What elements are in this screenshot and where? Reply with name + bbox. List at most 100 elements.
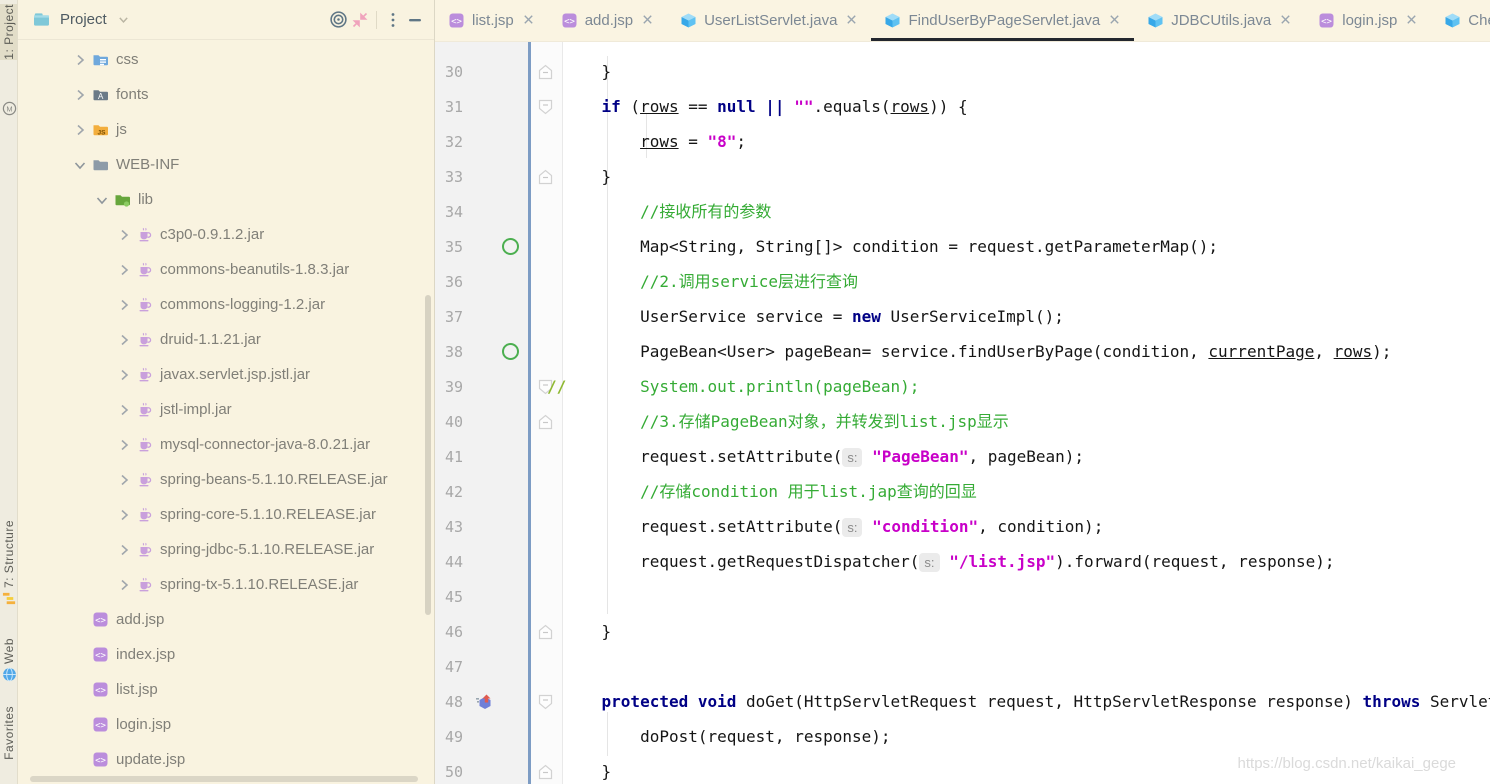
tab-login-jsp[interactable]: <> login.jsp	[1305, 0, 1431, 41]
fold-region-end-icon[interactable]	[528, 624, 563, 640]
tree-item-commons-logging-1-2-jar[interactable]: commons-logging-1.2.jar	[18, 287, 434, 322]
tab-add-jsp[interactable]: <> add.jsp	[548, 0, 667, 41]
chevron-right-icon[interactable]	[72, 87, 88, 103]
code-line-text[interactable]: System.out.println(pageBean);	[563, 369, 919, 404]
tree-item-javax-servlet-jsp-jstl-jar[interactable]: javax.servlet.jsp.jstl.jar	[18, 357, 434, 392]
code-line-text[interactable]: rows = "8";	[563, 124, 746, 159]
tree-horizontal-scrollbar[interactable]	[30, 776, 418, 782]
collapse-all-icon[interactable]	[349, 9, 371, 31]
tree-item-login-jsp[interactable]: <> login.jsp	[18, 707, 434, 742]
tab-check[interactable]: Check	[1431, 0, 1490, 41]
tree-item-list-jsp[interactable]: <> list.jsp	[18, 672, 434, 707]
code-line-text[interactable]: //3.存储PageBean对象，并转发到list.jsp显示	[563, 404, 1009, 439]
fold-region-end-icon[interactable]	[528, 764, 563, 780]
chevron-down-icon[interactable]	[72, 157, 88, 173]
chevron-right-icon[interactable]	[116, 227, 132, 243]
more-options-icon[interactable]	[382, 9, 404, 31]
code-line-text[interactable]: doPost(request, response);	[563, 719, 890, 754]
close-icon[interactable]	[1279, 13, 1292, 29]
close-icon[interactable]	[845, 13, 858, 29]
tree-item-label: login.jsp	[116, 716, 172, 733]
tree-item-update-jsp[interactable]: <> update.jsp	[18, 742, 434, 777]
chevron-right-icon[interactable]	[116, 507, 132, 523]
code-line-text[interactable]: request.setAttribute(s: "PageBean", page…	[563, 439, 1084, 474]
code-line-text[interactable]: //存储condition 用于list.jap查询的回显	[563, 474, 977, 509]
tree-item-index-jsp[interactable]: <> index.jsp	[18, 637, 434, 672]
tree-vertical-scrollbar[interactable]	[425, 295, 431, 615]
code-line-text[interactable]: request.setAttribute(s: "condition", con…	[563, 509, 1103, 544]
tree-item-mysql-connector-java-8-0-21-jar[interactable]: mysql-connector-java-8.0.21.jar	[18, 427, 434, 462]
code-line-text[interactable]: }	[563, 614, 612, 649]
stripe-button-7-structure[interactable]: 7: Structure	[0, 520, 17, 606]
line-number: 46	[445, 622, 464, 641]
chevron-right-icon[interactable]	[72, 122, 88, 138]
close-icon[interactable]	[522, 13, 535, 29]
chevron-right-icon[interactable]	[116, 542, 132, 558]
tab-list-jsp[interactable]: <> list.jsp	[435, 0, 548, 41]
fold-region-end-icon[interactable]	[528, 414, 563, 430]
structure-icon	[2, 591, 17, 606]
line-number: 36	[445, 272, 464, 291]
code-line-text[interactable]: //接收所有的参数	[563, 194, 771, 229]
chevron-right-icon[interactable]	[116, 437, 132, 453]
close-icon[interactable]	[641, 13, 654, 29]
fold-region-end-icon[interactable]	[528, 169, 563, 185]
fold-region-end-icon[interactable]	[528, 64, 563, 80]
coverage-circle-icon[interactable]	[502, 342, 519, 360]
editor-body[interactable]: 30 } 31 if (rows == null || "".equals(row…	[435, 42, 1490, 784]
stripe-button-1-project[interactable]: 1: Project	[0, 4, 17, 60]
tree-item-fonts[interactable]: Afonts	[18, 77, 434, 112]
tree-item-spring-tx-5-1-10-release-jar[interactable]: spring-tx-5.1.10.RELEASE.jar	[18, 567, 434, 602]
chevron-right-icon[interactable]	[116, 402, 132, 418]
tree-item-spring-core-5-1-10-release-jar[interactable]: spring-core-5.1.10.RELEASE.jar	[18, 497, 434, 532]
stripe-button-favorites[interactable]: Favorites	[0, 706, 17, 760]
coverage-circle-icon[interactable]	[502, 237, 519, 255]
code-line-text[interactable]: if (rows == null || "".equals(rows)) {	[563, 89, 968, 124]
chevron-right-icon[interactable]	[116, 472, 132, 488]
close-icon[interactable]	[1405, 13, 1418, 29]
code-line-text[interactable]: //2.调用service层进行查询	[563, 264, 858, 299]
close-icon[interactable]	[1108, 13, 1121, 29]
code-line-text[interactable]: request.getRequestDispatcher(s: "/list.j…	[563, 544, 1335, 579]
chevron-down-icon[interactable]	[113, 9, 135, 31]
hide-panel-icon[interactable]	[404, 9, 426, 31]
tree-item-commons-beanutils-1-8-3-jar[interactable]: commons-beanutils-1.8.3.jar	[18, 252, 434, 287]
tree-item-lib[interactable]: lib	[18, 182, 434, 217]
chevron-right-icon[interactable]	[116, 577, 132, 593]
chevron-right-icon[interactable]	[116, 262, 132, 278]
tab-label: Check	[1468, 12, 1490, 29]
code-line-text[interactable]: }	[563, 54, 612, 89]
stripe-button-maven[interactable]: M	[0, 98, 17, 116]
tree-item-css[interactable]: css	[18, 42, 434, 77]
chevron-right-icon[interactable]	[116, 332, 132, 348]
tree-item-label: spring-jdbc-5.1.10.RELEASE.jar	[160, 541, 375, 558]
code-line-text[interactable]: UserService service = new UserServiceImp…	[563, 299, 1064, 334]
fold-region-start-icon[interactable]	[528, 694, 563, 710]
tree-item-druid-1-1-21-jar[interactable]: druid-1.1.21.jar	[18, 322, 434, 357]
tree-item-web-inf[interactable]: WEB-INF	[18, 147, 434, 182]
tab-finduserbypageservlet-java[interactable]: FindUserByPageServlet.java	[871, 0, 1134, 41]
tree-item-js[interactable]: JS js	[18, 112, 434, 147]
tree-item-jstl-impl-jar[interactable]: jstl-impl.jar	[18, 392, 434, 427]
tab-jdbcutils-java[interactable]: JDBCUtils.java	[1134, 0, 1305, 41]
chevron-right-icon[interactable]	[72, 52, 88, 68]
tree-item-spring-beans-5-1-10-release-jar[interactable]: spring-beans-5.1.10.RELEASE.jar	[18, 462, 434, 497]
code-line-text[interactable]: }	[563, 159, 612, 194]
locate-file-icon[interactable]	[327, 9, 349, 31]
tree-item-add-jsp[interactable]: <> add.jsp	[18, 602, 434, 637]
code-line-text[interactable]: protected void doGet(HttpServletRequest …	[563, 684, 1490, 719]
tree-item-spring-jdbc-5-1-10-release-jar[interactable]: spring-jdbc-5.1.10.RELEASE.jar	[18, 532, 434, 567]
folder-icon	[92, 156, 109, 173]
chevron-right-icon[interactable]	[116, 367, 132, 383]
code-line-text[interactable]: }	[563, 754, 612, 784]
stripe-button-web[interactable]: Web	[0, 638, 17, 682]
tree-item-c3p0-0-9-1-2-jar[interactable]: c3p0-0.9.1.2.jar	[18, 217, 434, 252]
code-line-text[interactable]: PageBean<User> pageBean= service.findUse…	[563, 334, 1391, 369]
tab-label: list.jsp	[472, 12, 514, 29]
code-line-text[interactable]: Map<String, String[]> condition = reques…	[563, 229, 1218, 264]
chevron-down-icon[interactable]	[94, 192, 110, 208]
fold-region-start-icon[interactable]	[528, 99, 563, 115]
chevron-right-icon[interactable]	[116, 297, 132, 313]
overrides-method-icon[interactable]	[475, 693, 493, 711]
tab-userlistservlet-java[interactable]: UserListServlet.java	[667, 0, 871, 41]
